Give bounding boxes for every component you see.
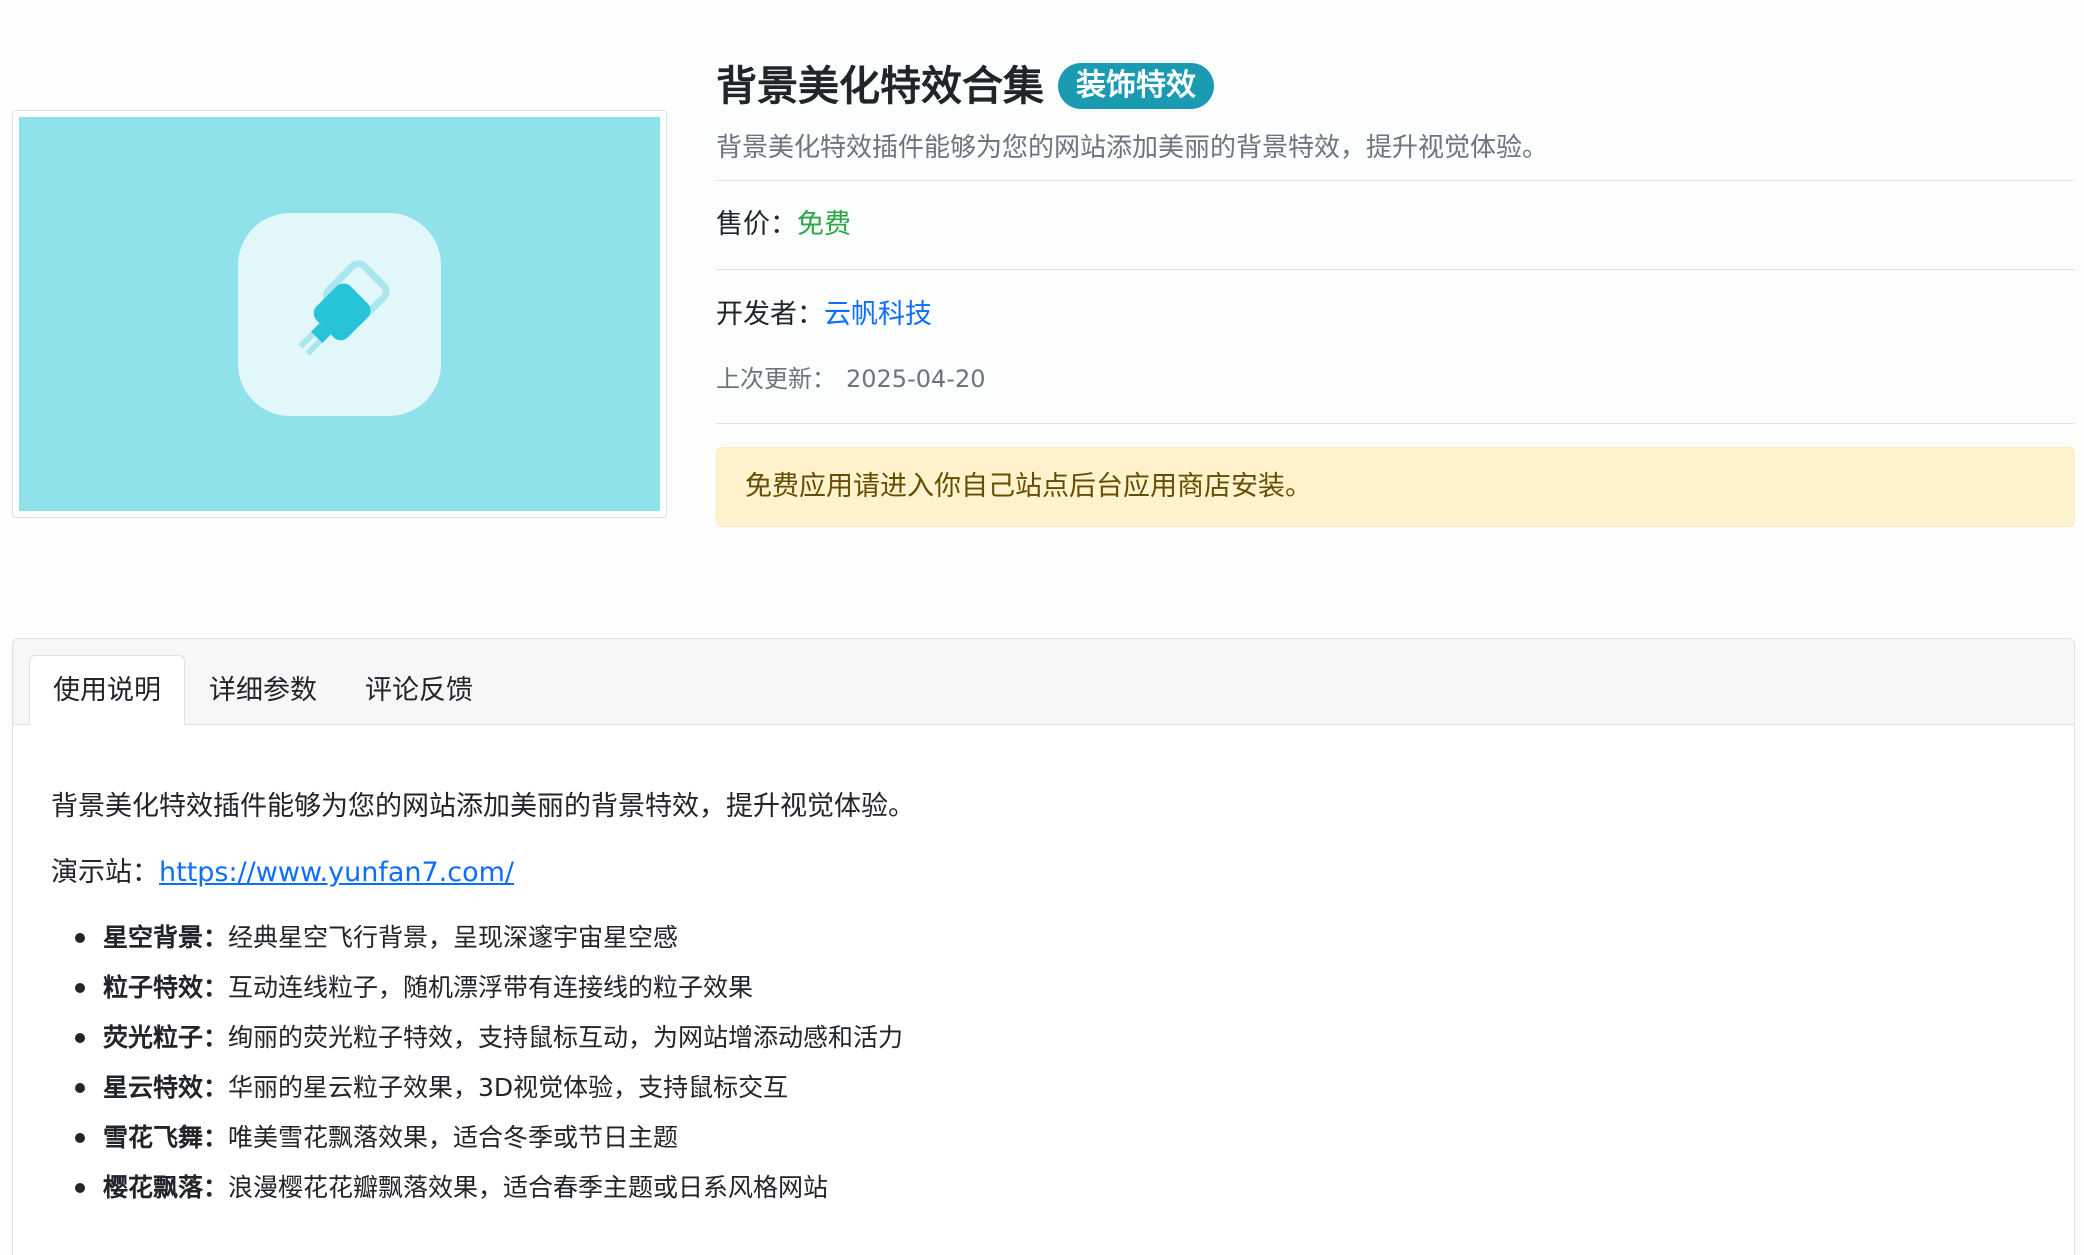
divider xyxy=(716,423,2075,424)
feature-name: 雪花飞舞： xyxy=(103,1123,229,1152)
demo-link[interactable]: https://www.yunfan7.com/ xyxy=(159,857,514,888)
bullet-icon xyxy=(75,1183,85,1193)
feature-name: 粒子特效： xyxy=(103,973,229,1002)
updated-label: 上次更新： xyxy=(716,365,836,393)
price-value: 免费 xyxy=(797,209,851,240)
developer-link[interactable]: 云帆科技 xyxy=(824,299,932,330)
tab-bar: 使用说明 详细参数 评论反馈 xyxy=(13,639,2074,725)
demo-line: 演示站：https://www.yunfan7.com/ xyxy=(51,853,2036,893)
title-row: 背景美化特效合集 装饰特效 xyxy=(716,58,2075,114)
feature-text: 浪漫樱花花瓣飘落效果，适合春季主题或日系风格网站 xyxy=(228,1173,829,1202)
bullet-icon xyxy=(75,1083,85,1093)
usage-intro: 背景美化特效插件能够为您的网站添加美丽的背景特效，提升视觉体验。 xyxy=(51,791,915,822)
list-item: 星云特效：华丽的星云粒子效果，3D视觉体验，支持鼠标交互 xyxy=(75,1069,2036,1106)
developer-row: 开发者：云帆科技 xyxy=(716,270,2075,335)
feature-name: 樱花飘落： xyxy=(103,1173,229,1202)
price-row: 售价：免费 xyxy=(716,181,2075,269)
thumbnail-background xyxy=(19,117,660,511)
list-item: 粒子特效：互动连线粒子，随机漂浮带有连接线的粒子效果 xyxy=(75,969,2036,1006)
category-badge: 装饰特效 xyxy=(1058,63,1214,109)
feature-text: 经典星空飞行背景，呈现深邃宇宙星空感 xyxy=(228,923,679,952)
product-title: 背景美化特效合集 xyxy=(716,62,1044,110)
product-thumbnail xyxy=(12,110,667,518)
feature-text: 唯美雪花飘落效果，适合冬季或节日主题 xyxy=(228,1123,679,1152)
feature-text: 互动连线粒子，随机漂浮带有连接线的粒子效果 xyxy=(228,973,754,1002)
updated-row: 上次更新： 2025-04-20 xyxy=(716,335,2075,423)
bullet-icon xyxy=(75,983,85,993)
product-info: 背景美化特效合集 装饰特效 背景美化特效插件能够为您的网站添加美丽的背景特效，提… xyxy=(716,58,2075,527)
install-notice: 免费应用请进入你自己站点后台应用商店安装。 xyxy=(716,447,2075,527)
feature-name: 荧光粒子： xyxy=(103,1023,229,1052)
tab-comments[interactable]: 评论反馈 xyxy=(341,655,497,725)
list-item: 樱花飘落：浪漫樱花花瓣飘落效果，适合春季主题或日系风格网站 xyxy=(75,1169,2036,1206)
demo-label: 演示站： xyxy=(51,857,159,888)
tab-parameters[interactable]: 详细参数 xyxy=(185,655,341,725)
bullet-icon xyxy=(75,1133,85,1143)
details-card: 使用说明 详细参数 评论反馈 背景美化特效插件能够为您的网站添加美丽的背景特效，… xyxy=(12,638,2075,1255)
plug-icon xyxy=(297,260,390,356)
feature-list: 星空背景：经典星空飞行背景，呈现深邃宇宙星空感 粒子特效：互动连线粒子，随机漂浮… xyxy=(51,919,2036,1206)
developer-label: 开发者： xyxy=(716,299,824,330)
list-item: 星空背景：经典星空飞行背景，呈现深邃宇宙星空感 xyxy=(75,919,2036,956)
list-item: 荧光粒子：绚丽的荧光粒子特效，支持鼠标互动，为网站增添动感和活力 xyxy=(75,1019,2036,1056)
bullet-icon xyxy=(75,933,85,943)
updated-date: 2025-04-20 xyxy=(846,365,986,393)
bullet-icon xyxy=(75,1033,85,1043)
feature-name: 星空背景： xyxy=(103,923,229,952)
feature-text: 华丽的星云粒子效果，3D视觉体验，支持鼠标交互 xyxy=(228,1073,789,1102)
app-icon-tile xyxy=(238,212,441,416)
tab-usage[interactable]: 使用说明 xyxy=(29,655,185,725)
price-label: 售价： xyxy=(716,209,797,240)
feature-name: 星云特效： xyxy=(103,1073,229,1102)
product-description: 背景美化特效插件能够为您的网站添加美丽的背景特效，提升视觉体验。 xyxy=(716,133,1549,163)
usage-panel: 背景美化特效插件能够为您的网站添加美丽的背景特效，提升视觉体验。 演示站：htt… xyxy=(13,787,2074,1206)
list-item: 雪花飞舞：唯美雪花飘落效果，适合冬季或节日主题 xyxy=(75,1119,2036,1156)
feature-text: 绚丽的荧光粒子特效，支持鼠标互动，为网站增添动感和活力 xyxy=(228,1023,904,1052)
